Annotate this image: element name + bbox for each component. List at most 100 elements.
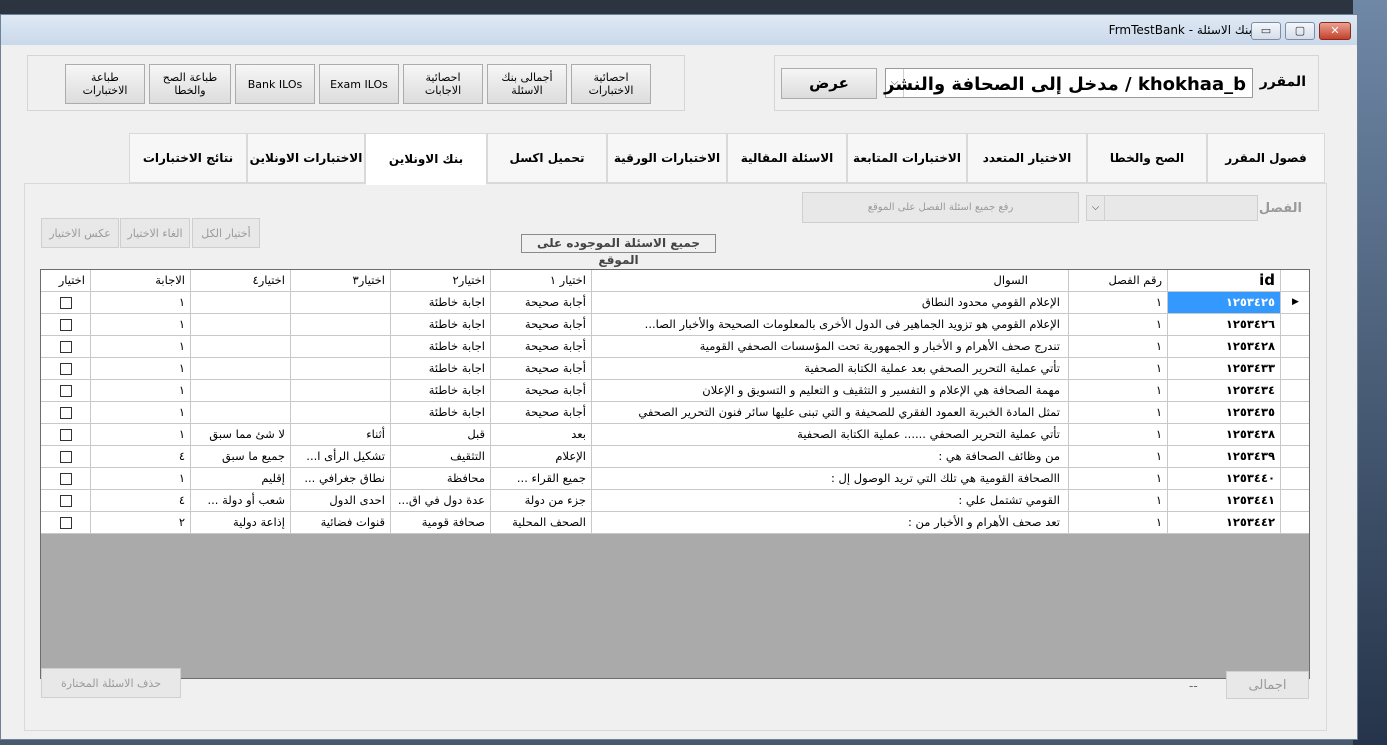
- header-choice-1[interactable]: اختيار ١: [491, 270, 592, 292]
- cell-choice-2[interactable]: التثقيف: [391, 446, 491, 468]
- tab-test-results[interactable]: نتائج الاختبارات: [129, 133, 247, 183]
- cell-choice-2[interactable]: اجابة خاطئة: [391, 358, 491, 380]
- cell-chapter[interactable]: ١: [1069, 468, 1168, 490]
- row-header[interactable]: ▶: [1281, 292, 1309, 314]
- cell-chapter[interactable]: ١: [1069, 402, 1168, 424]
- table-row[interactable]: ١٢٥٣٤٣٣ ١ تأتي عملية التحرير الصحفي بعد عم…: [41, 358, 1309, 380]
- cell-id[interactable]: ١٢٥٣٤٣٨: [1168, 424, 1281, 446]
- header-choice-3[interactable]: اختيار٣: [291, 270, 391, 292]
- cell-choice-2[interactable]: عدة دول في اق...: [391, 490, 491, 512]
- header-choice-4[interactable]: اختيار٤: [191, 270, 291, 292]
- cell-question[interactable]: تعد صحف الأهرام و الأخبار من :: [592, 512, 1069, 534]
- cell-question[interactable]: من وظائف الصحافة هي :: [592, 446, 1069, 468]
- cell-id[interactable]: ١٢٥٣٤٣٣: [1168, 358, 1281, 380]
- cell-choice-2[interactable]: اجابة خاطئة: [391, 314, 491, 336]
- tab-true-false[interactable]: الصح والخطا: [1087, 133, 1207, 183]
- table-row[interactable]: ١٢٥٣٤٤٠ ١ االصحافة القومية هي تلك التي تري…: [41, 468, 1309, 490]
- cell-question[interactable]: القومي تشتمل علي :: [592, 490, 1069, 512]
- cell-choice-1[interactable]: أجابة صحيحة: [491, 292, 592, 314]
- cell-choice-3[interactable]: [291, 358, 391, 380]
- row-header[interactable]: [1281, 468, 1309, 490]
- cell-question[interactable]: تندرج صحف الأهرام و الأخبار و الجمهورية …: [592, 336, 1069, 358]
- cell-choice-1[interactable]: جميع القراء ...: [491, 468, 592, 490]
- cell-id[interactable]: ١٢٥٣٤٤١: [1168, 490, 1281, 512]
- select-checkbox[interactable]: [59, 516, 72, 529]
- cell-choice-4[interactable]: إذاعة دولية: [191, 512, 291, 534]
- cell-choice-3[interactable]: قنوات فضائية: [291, 512, 391, 534]
- minimize-button[interactable]: ▭: [1251, 22, 1281, 40]
- cell-answer[interactable]: ١: [91, 380, 191, 402]
- table-row[interactable]: ١٢٥٣٤٣٤ ١ مهمة الصحافة هي الإعلام و التفسي…: [41, 380, 1309, 402]
- tab-multiple-choice[interactable]: الاختيار المتعدد: [967, 133, 1087, 183]
- show-button[interactable]: عرض: [781, 68, 877, 99]
- answers-stats-button[interactable]: احصائية الاجابات: [403, 64, 483, 104]
- cell-chapter[interactable]: ١: [1069, 512, 1168, 534]
- table-row[interactable]: ١٢٥٣٤٤٢ ١ تعد صحف الأهرام و الأخبار من : ال…: [41, 512, 1309, 534]
- cell-choice-1[interactable]: الإعلام: [491, 446, 592, 468]
- cell-id[interactable]: ١٢٥٣٤٢٦: [1168, 314, 1281, 336]
- select-all-button[interactable]: أختيار الكل: [192, 218, 260, 248]
- header-select[interactable]: اختيار: [41, 270, 91, 292]
- cell-id[interactable]: ١٢٥٣٤٣٥: [1168, 402, 1281, 424]
- row-header[interactable]: [1281, 402, 1309, 424]
- header-question[interactable]: السوال: [592, 270, 1069, 292]
- cell-choice-1[interactable]: أجابة صحيحة: [491, 380, 592, 402]
- maximize-button[interactable]: ▢: [1285, 22, 1315, 40]
- table-row[interactable]: ١٢٥٣٤٤١ ١ القومي تشتمل علي : جزء من دولة عدة…: [41, 490, 1309, 512]
- chapter-select[interactable]: ⌵: [1086, 195, 1258, 221]
- total-button[interactable]: اجمالى: [1226, 671, 1309, 699]
- tab-online-tests[interactable]: الاختبارات الاونلاين: [247, 133, 365, 183]
- cell-choice-2[interactable]: اجابة خاطئة: [391, 402, 491, 424]
- tests-stats-button[interactable]: احصائية الاختبارات: [571, 64, 651, 104]
- cell-choice-3[interactable]: تشكيل الرأى ا...: [291, 446, 391, 468]
- cell-choice-3[interactable]: أثناء: [291, 424, 391, 446]
- cell-choice-1[interactable]: بعد: [491, 424, 592, 446]
- header-choice-2[interactable]: اختيار٢: [391, 270, 491, 292]
- cell-chapter[interactable]: ١: [1069, 292, 1168, 314]
- cell-choice-4[interactable]: شعب أو دولة ...: [191, 490, 291, 512]
- table-row[interactable]: ١٢٥٣٤٣٥ ١ تمثل المادة الخبرية العمود الفقر…: [41, 402, 1309, 424]
- cell-answer[interactable]: ٤: [91, 490, 191, 512]
- cell-choice-1[interactable]: جزء من دولة: [491, 490, 592, 512]
- cell-answer[interactable]: ١: [91, 424, 191, 446]
- row-header[interactable]: [1281, 380, 1309, 402]
- cell-choice-1[interactable]: أجابة صحيحة: [491, 358, 592, 380]
- cell-question[interactable]: تأتي عملية التحرير الصحفي ...... عملية ا…: [592, 424, 1069, 446]
- select-checkbox[interactable]: [59, 340, 72, 353]
- select-checkbox[interactable]: [59, 384, 72, 397]
- cell-choice-1[interactable]: أجابة صحيحة: [491, 336, 592, 358]
- cell-choice-3[interactable]: احدى الدول: [291, 490, 391, 512]
- cell-answer[interactable]: ١: [91, 314, 191, 336]
- row-header[interactable]: [1281, 424, 1309, 446]
- cell-id[interactable]: ١٢٥٣٤٣٤: [1168, 380, 1281, 402]
- cell-question[interactable]: االصحافة القومية هي تلك التي تريد الوصول…: [592, 468, 1069, 490]
- cell-question[interactable]: الإعلام القومي هو تزويد الجماهير فى الدو…: [592, 314, 1069, 336]
- row-header[interactable]: [1281, 446, 1309, 468]
- row-header[interactable]: [1281, 358, 1309, 380]
- select-checkbox[interactable]: [59, 428, 72, 441]
- cell-chapter[interactable]: ١: [1069, 490, 1168, 512]
- cell-id[interactable]: ١٢٥٣٤٣٩: [1168, 446, 1281, 468]
- cell-answer[interactable]: ١: [91, 468, 191, 490]
- cell-choice-3[interactable]: [291, 314, 391, 336]
- bank-total-button[interactable]: أجمالى بنك الاسئلة: [487, 64, 567, 104]
- delete-selected-button[interactable]: حذف الاسئلة المختارة: [41, 668, 181, 698]
- cell-answer[interactable]: ١: [91, 336, 191, 358]
- tab-followup-tests[interactable]: الاختبارات المتابعة: [847, 133, 967, 183]
- cell-answer[interactable]: ٤: [91, 446, 191, 468]
- cell-choice-3[interactable]: [291, 336, 391, 358]
- row-header[interactable]: [1281, 336, 1309, 358]
- select-checkbox[interactable]: [59, 494, 72, 507]
- cell-id[interactable]: ١٢٥٣٤٢٨: [1168, 336, 1281, 358]
- select-checkbox[interactable]: [59, 296, 72, 309]
- header-answer[interactable]: الاجابة: [91, 270, 191, 292]
- cell-question[interactable]: مهمة الصحافة هي الإعلام و التفسير و التث…: [592, 380, 1069, 402]
- cancel-selection-button[interactable]: الغاء الاختيار: [120, 218, 190, 248]
- table-row[interactable]: ▶ ١٢٥٣٤٢٥ ١ الإعلام القومي محدود النطاق أجاب…: [41, 292, 1309, 314]
- table-row[interactable]: ١٢٥٣٤٢٨ ١ تندرج صحف الأهرام و الأخبار و ال…: [41, 336, 1309, 358]
- exam-ilos-button[interactable]: Exam ILOs: [319, 64, 399, 104]
- select-checkbox[interactable]: [59, 318, 72, 331]
- cell-question[interactable]: تمثل المادة الخبرية العمود الفقري للصحيف…: [592, 402, 1069, 424]
- cell-id[interactable]: ١٢٥٣٤٤٢: [1168, 512, 1281, 534]
- cell-choice-3[interactable]: [291, 292, 391, 314]
